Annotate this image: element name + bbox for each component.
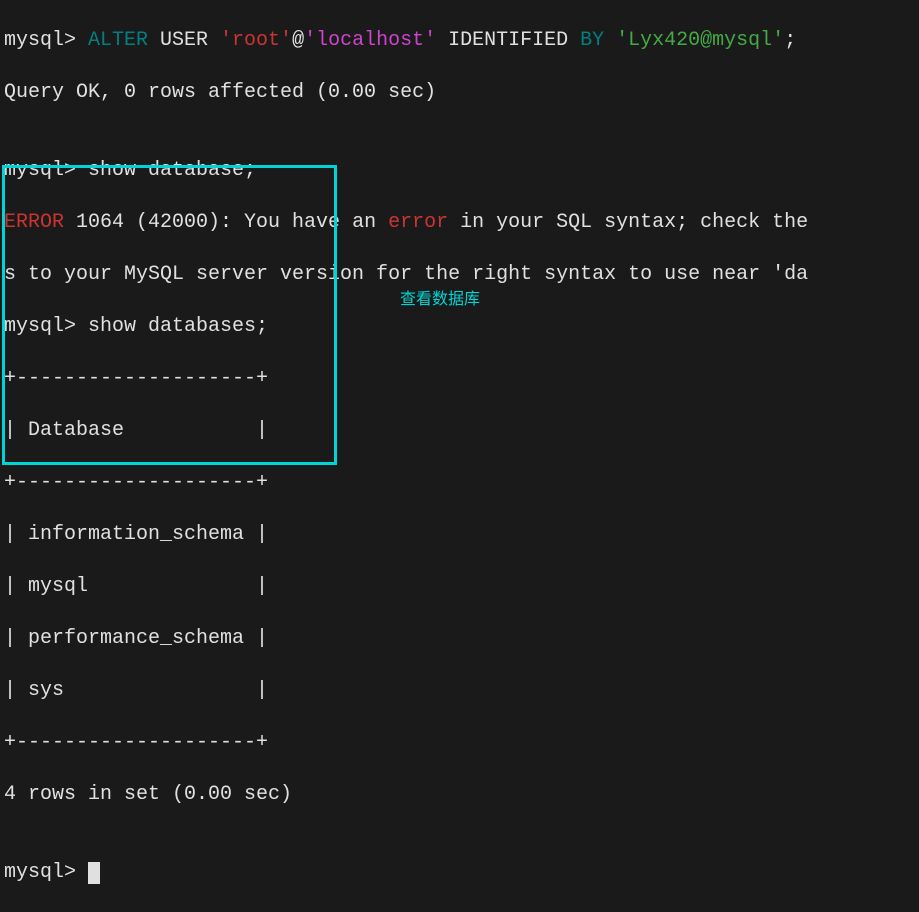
error-word: error [388, 211, 448, 234]
table-border-mid: +--------------------+ [4, 470, 915, 496]
error-keyword: ERROR [4, 211, 64, 234]
at-sign: @ [292, 29, 304, 52]
mysql-prompt: mysql> [4, 315, 88, 338]
string-root: 'root' [220, 29, 292, 52]
error-line-2: s to your MySQL server version for the r… [4, 262, 915, 288]
keyword-alter: ALTER [88, 29, 148, 52]
prompt-line-end[interactable]: mysql> [4, 860, 915, 886]
table-row: | sys | [4, 678, 915, 704]
cmd-line-2: mysql> show database; [4, 158, 915, 184]
mysql-prompt: mysql> [4, 861, 88, 884]
cmd-line-1: mysql> ALTER USER 'root'@'localhost' IDE… [4, 28, 915, 54]
string-localhost: 'localhost' [304, 29, 436, 52]
error-code: 1064 (42000): You have an [64, 211, 388, 234]
cmd-show-database: show database; [88, 159, 256, 182]
cursor-icon [88, 862, 100, 884]
table-row: | mysql | [4, 574, 915, 600]
cmd-line-3: mysql> show databases; [4, 314, 915, 340]
keyword-user: USER [148, 29, 220, 52]
cmd-show-databases: show databases; [88, 315, 268, 338]
terminal-output: mysql> ALTER USER 'root'@'localhost' IDE… [4, 2, 915, 912]
table-row: | performance_schema | [4, 626, 915, 652]
error-line-1: ERROR 1064 (42000): You have an error in… [4, 210, 915, 236]
semicolon: ; [784, 29, 796, 52]
keyword-identified: IDENTIFIED [436, 29, 580, 52]
table-header: | Database | [4, 418, 915, 444]
table-border-bottom: +--------------------+ [4, 730, 915, 756]
mysql-prompt: mysql> [4, 29, 88, 52]
error-rest: in your SQL syntax; check the [448, 211, 808, 234]
result-line: 4 rows in set (0.00 sec) [4, 782, 915, 808]
string-password: 'Lyx420@mysql' [604, 29, 784, 52]
annotation-label: 查看数据库 [400, 290, 480, 311]
keyword-by: BY [580, 29, 604, 52]
mysql-prompt: mysql> [4, 159, 88, 182]
table-row: | information_schema | [4, 522, 915, 548]
table-border-top: +--------------------+ [4, 366, 915, 392]
query-ok-line: Query OK, 0 rows affected (0.00 sec) [4, 80, 915, 106]
